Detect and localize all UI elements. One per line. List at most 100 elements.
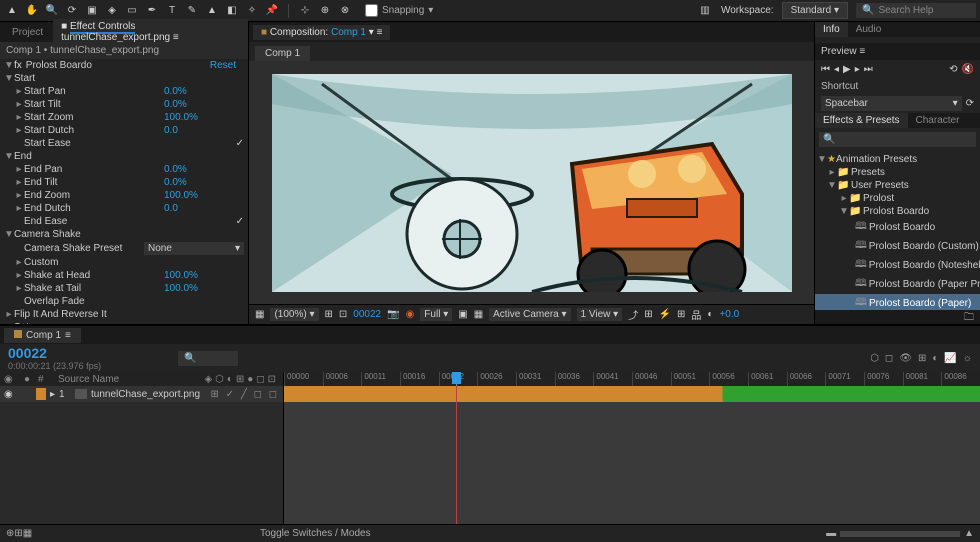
brain-icon[interactable]: ☼ <box>963 353 972 364</box>
timeline-search-input[interactable]: 🔍 <box>178 351 238 366</box>
val-shake-tail[interactable]: 100.0% <box>164 283 244 294</box>
preset-pb-paperpro[interactable]: 🕮Prolost Boardo (Paper Pro) <box>815 275 980 294</box>
local-axis-icon[interactable]: ⊹ <box>297 3 313 19</box>
next-frame-icon[interactable]: ▸ <box>855 64 860 75</box>
mute-icon[interactable]: 🔇 <box>962 64 974 75</box>
loop-icon[interactable]: ⟲ <box>949 64 957 75</box>
prop-end-dutch[interactable]: End Dutch <box>24 203 164 214</box>
camera-select[interactable]: Active Camera ▾ <box>489 308 570 321</box>
prop-end-tilt[interactable]: End Tilt <box>24 177 164 188</box>
reset-shortcut-icon[interactable]: ⟳ <box>966 98 974 109</box>
time-ruler[interactable]: 0000000006 0001100016 0002200026 0003100… <box>284 372 980 386</box>
preview-header[interactable]: Preview ≡ <box>815 43 980 60</box>
preset-pb-custom[interactable]: 🕮Prolost Boardo (Custom) <box>815 237 980 256</box>
motion-blur-icon[interactable]: ◐ <box>932 353 938 364</box>
val-start-dutch[interactable]: 0.0 <box>164 125 244 136</box>
group-custom[interactable]: Custom <box>24 257 244 268</box>
layer-name[interactable]: tunnelChase_export.png <box>91 389 200 400</box>
search-help-input[interactable]: 🔍 Search Help <box>856 3 976 18</box>
fast-preview-icon[interactable]: ⚡ <box>659 309 671 320</box>
brush-tool-icon[interactable]: ✎ <box>184 3 200 19</box>
pan-behind-tool-icon[interactable]: ◈ <box>104 3 120 19</box>
prop-overlap[interactable]: Overlap Fade <box>24 296 244 307</box>
exposure-value[interactable]: +0.0 <box>719 309 739 320</box>
alpha-icon[interactable]: ▦ <box>255 309 264 320</box>
prop-start-zoom[interactable]: Start Zoom <box>24 112 164 123</box>
reset-button[interactable]: Reset <box>210 60 236 71</box>
pen-tool-icon[interactable]: ✒ <box>144 3 160 19</box>
group-start[interactable]: Start <box>14 73 244 84</box>
new-bin-icon[interactable]: 🗀 <box>815 310 980 324</box>
stamp-tool-icon[interactable]: ▲ <box>204 3 220 19</box>
val-shake-head[interactable]: 100.0% <box>164 270 244 281</box>
prop-start-tilt[interactable]: Start Tilt <box>24 99 164 110</box>
views-select[interactable]: 1 View ▾ <box>577 308 623 321</box>
channels-icon[interactable]: ◉ <box>406 309 415 320</box>
toggle-switches-button[interactable]: Toggle Switches / Modes <box>260 528 371 539</box>
puppet-tool-icon[interactable]: 📌 <box>264 3 280 19</box>
rotate-tool-icon[interactable]: ⟳ <box>64 3 80 19</box>
roto-tool-icon[interactable]: ✧ <box>244 3 260 19</box>
tab-character[interactable]: Character <box>908 113 968 128</box>
checkmark-icon[interactable]: ✓ <box>236 216 244 227</box>
last-frame-icon[interactable]: ⏭ <box>864 64 873 75</box>
val-end-dutch[interactable]: 0.0 <box>164 203 244 214</box>
shake-preset-select[interactable]: None▾ <box>144 242 244 255</box>
prop-shake-tail[interactable]: Shake at Tail <box>24 283 164 294</box>
tl-zoom-icon[interactable]: ⊕ <box>6 528 14 539</box>
comp-mini-flowchart-icon[interactable]: ⬡ <box>870 353 879 364</box>
group-shake[interactable]: Camera Shake <box>14 229 244 240</box>
view-axis-icon[interactable]: ⊗ <box>337 3 353 19</box>
eraser-tool-icon[interactable]: ◧ <box>224 3 240 19</box>
viewer[interactable] <box>249 61 814 304</box>
transparency-icon[interactable]: ▦ <box>474 309 483 320</box>
frame-blend-icon[interactable]: ⊞ <box>918 353 926 364</box>
type-tool-icon[interactable]: T <box>164 3 180 19</box>
tree-animation-presets[interactable]: ▼★Animation Presets <box>815 153 980 166</box>
play-icon[interactable]: ▶ <box>843 64 851 75</box>
tree-prolost[interactable]: ▸📁Prolost <box>815 192 980 205</box>
snapping-chevron-icon[interactable]: ▾ <box>428 5 433 16</box>
workspace-select[interactable]: Standard ▾ <box>782 2 848 19</box>
timeline-tab-comp1[interactable]: Comp 1 ≡ <box>4 328 81 343</box>
snapping-checkbox[interactable] <box>365 4 378 17</box>
tab-effects-presets[interactable]: Effects & Presets <box>815 113 908 128</box>
reset-exposure-icon[interactable]: ◐ <box>707 309 713 320</box>
prop-start-ease[interactable]: Start Ease <box>24 138 236 149</box>
group-end[interactable]: End <box>14 151 244 162</box>
world-axis-icon[interactable]: ⊕ <box>317 3 333 19</box>
current-time[interactable]: 00022 <box>8 345 162 361</box>
hand-tool-icon[interactable]: ✋ <box>24 3 40 19</box>
current-frame[interactable]: 00022 <box>353 309 381 320</box>
grid-icon[interactable]: ⊡ <box>339 309 347 320</box>
val-start-tilt[interactable]: 0.0% <box>164 99 244 110</box>
effects-search-input[interactable]: 🔍 <box>819 132 976 147</box>
timeline-tracks[interactable]: 0000000006 0001100016 0002200026 0003100… <box>284 372 980 524</box>
tree-prolost-boardo[interactable]: ▼📁Prolost Boardo <box>815 205 980 218</box>
flowchart-icon[interactable]: 品 <box>691 307 701 322</box>
prop-start-dutch[interactable]: Start Dutch <box>24 125 164 136</box>
layer-color-swatch[interactable] <box>36 388 46 400</box>
group-flip[interactable]: Flip It And Reverse It <box>14 309 244 320</box>
prop-end-pan[interactable]: End Pan <box>24 164 164 175</box>
prop-shake-preset[interactable]: Camera Shake Preset <box>24 243 144 254</box>
prop-end-ease[interactable]: End Ease <box>24 216 236 227</box>
val-end-pan[interactable]: 0.0% <box>164 164 244 175</box>
zoom-select[interactable]: (100%) ▾ <box>270 308 318 321</box>
snapshot-icon[interactable]: 📷 <box>387 309 399 320</box>
panel-menu-icon[interactable]: ≡ <box>377 27 383 38</box>
graph-editor-icon[interactable]: 📈 <box>944 353 956 364</box>
prev-frame-icon[interactable]: ◂ <box>834 64 839 75</box>
tl-options-icon[interactable]: ⊞ <box>14 528 22 539</box>
tab-info[interactable]: Info <box>815 22 848 37</box>
checkmark-icon[interactable]: ✓ <box>236 138 244 149</box>
twirl-icon[interactable]: ▼ <box>4 60 14 71</box>
draft3d-icon[interactable]: ◻ <box>885 353 893 364</box>
resolution-icon[interactable]: ⊞ <box>325 309 333 320</box>
val-end-zoom[interactable]: 100.0% <box>164 190 244 201</box>
tab-audio[interactable]: Audio <box>848 22 890 37</box>
preset-pb-paper[interactable]: 🕮Prolost Boardo (Paper) <box>815 294 980 310</box>
fx-badge-icon[interactable]: fx <box>14 60 22 71</box>
prop-end-zoom[interactable]: End Zoom <box>24 190 164 201</box>
effect-header[interactable]: ▼ fx Prolost Boardo Reset <box>0 59 248 72</box>
